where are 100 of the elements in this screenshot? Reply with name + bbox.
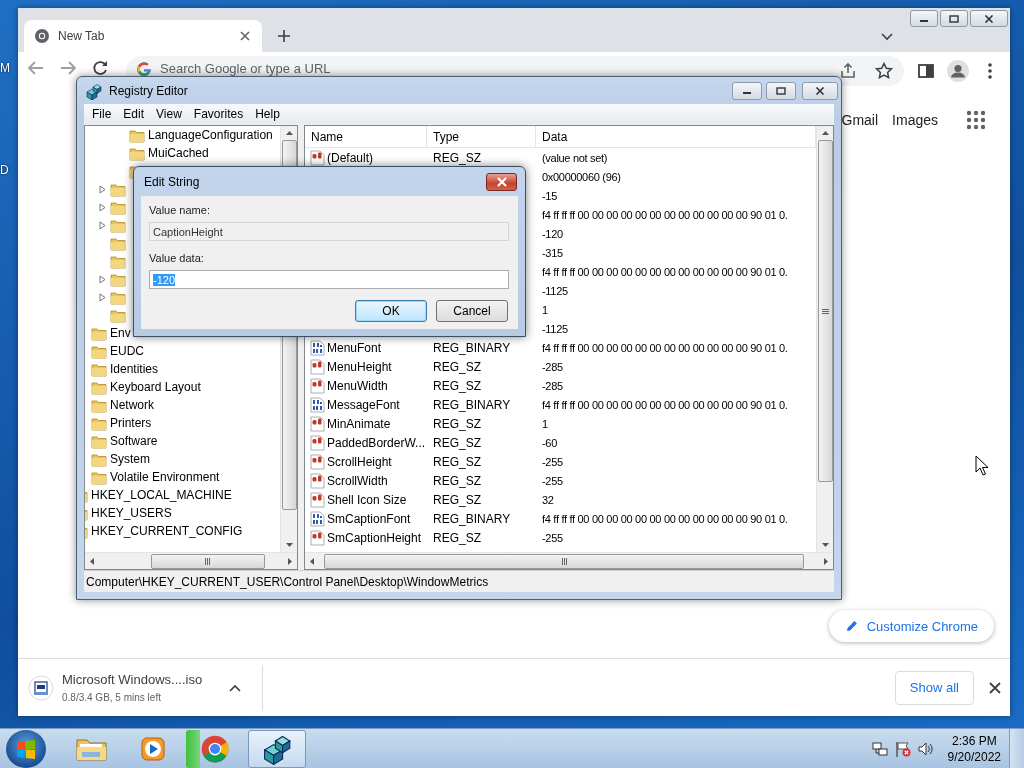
forward-icon[interactable] — [60, 60, 76, 76]
clock-date[interactable]: 9/20/2022 — [947, 748, 1001, 765]
table-cell[interactable]: MessageFont — [327, 397, 400, 412]
restore-button[interactable] — [940, 10, 968, 27]
network-icon[interactable] — [871, 740, 888, 757]
table-cell: REG_SZ — [433, 530, 481, 545]
column-header[interactable]: Name — [305, 126, 427, 147]
folder-icon — [129, 145, 145, 161]
scroll-down-icon[interactable] — [821, 543, 829, 547]
tree-item[interactable]: HKEY_CURRENT_CONFIG — [91, 524, 243, 538]
scrollbar[interactable] — [85, 552, 297, 569]
column-header[interactable]: Type — [427, 126, 536, 147]
table-cell[interactable]: ScrollWidth — [327, 473, 388, 488]
link[interactable]: Gmail — [841, 112, 879, 128]
table-cell[interactable]: MenuWidth — [327, 378, 388, 393]
close-button[interactable] — [802, 81, 838, 100]
table-cell: 1 — [542, 417, 548, 430]
table-cell[interactable]: MinAnimate — [327, 416, 391, 431]
table-cell: REG_SZ — [433, 378, 481, 393]
scrollbar[interactable] — [816, 126, 833, 552]
ok-button[interactable]: OK — [355, 300, 427, 322]
new-tab-icon[interactable] — [276, 28, 292, 44]
binary-value-icon — [310, 510, 325, 527]
volume-icon[interactable] — [917, 740, 934, 757]
table-cell: REG_SZ — [433, 473, 481, 488]
tree-item[interactable]: Keyboard Layout — [110, 380, 201, 394]
close-icon[interactable] — [238, 29, 252, 43]
scroll-up-icon[interactable] — [285, 131, 293, 135]
tab[interactable]: New Tab — [24, 20, 262, 52]
menu-item[interactable]: Help — [249, 107, 286, 121]
clock-time[interactable]: 2:36 PM — [947, 732, 1001, 749]
reload-icon[interactable] — [92, 60, 108, 76]
tree-item[interactable]: EUDC — [110, 344, 144, 358]
scrollbar-thumb[interactable] — [150, 553, 265, 569]
binary-value-icon — [310, 396, 325, 413]
back-icon[interactable] — [28, 60, 44, 76]
close-icon — [984, 14, 994, 23]
close-icon[interactable] — [988, 680, 1002, 695]
scroll-left-icon[interactable] — [90, 557, 94, 565]
tree-item[interactable]: LanguageConfiguration — [148, 128, 273, 142]
windows-logo-icon — [15, 737, 37, 760]
folder-icon — [110, 307, 126, 323]
table-cell[interactable]: MenuHeight — [327, 359, 392, 374]
string-value-icon — [310, 434, 325, 451]
apps-grid-icon[interactable] — [966, 110, 986, 130]
profile-icon[interactable] — [944, 57, 972, 85]
grip-icon — [561, 557, 567, 565]
tree-item[interactable]: MuiCached — [148, 146, 209, 160]
table-cell: REG_BINARY — [433, 397, 511, 412]
taskbar-button[interactable] — [248, 729, 306, 768]
table-cell[interactable]: (Default) — [327, 150, 373, 165]
menu-item[interactable]: File — [86, 107, 118, 121]
table-cell[interactable]: ScrollHeight — [327, 454, 392, 469]
scroll-up-icon[interactable] — [821, 131, 829, 135]
folder-icon — [91, 433, 107, 449]
show-all-button[interactable]: Show all — [894, 670, 974, 705]
string-value-icon — [310, 472, 325, 489]
minimize-button[interactable] — [910, 10, 938, 27]
table-cell: REG_SZ — [433, 492, 481, 507]
table-cell: -315 — [542, 246, 563, 259]
start-button[interactable] — [6, 729, 46, 768]
tree-item[interactable]: System — [110, 452, 150, 466]
tree-item[interactable]: Printers — [110, 416, 152, 430]
menu-item[interactable]: Edit — [117, 107, 151, 121]
tree-item[interactable]: Network — [110, 398, 154, 412]
close-button[interactable] — [970, 10, 1008, 27]
close-button[interactable] — [486, 172, 517, 191]
table-cell: (value not set) — [542, 151, 608, 164]
table-cell[interactable]: PaddedBorderW... — [327, 435, 426, 450]
string-value-icon — [310, 358, 325, 375]
scroll-left-icon[interactable] — [310, 557, 314, 565]
cancel-button[interactable]: Cancel — [436, 300, 508, 322]
menu-item[interactable]: View — [150, 107, 188, 121]
restore-button[interactable] — [766, 81, 796, 100]
scroll-right-icon[interactable] — [288, 557, 292, 565]
customize-button[interactable]: Customize Chrome — [828, 610, 994, 642]
tree-item[interactable]: HKEY_USERS — [91, 506, 172, 520]
scroll-down-icon[interactable] — [285, 543, 293, 547]
scroll-right-icon[interactable] — [824, 557, 828, 565]
menu-item[interactable]: Favorites — [187, 107, 250, 121]
tree-item[interactable]: Identities — [110, 362, 159, 376]
caret-icon[interactable] — [228, 682, 242, 693]
share-icon[interactable] — [838, 61, 858, 81]
tree-item[interactable]: Volatile Environment — [110, 470, 220, 484]
table-cell[interactable]: SmCaptionHeight — [327, 530, 422, 545]
link[interactable]: Images — [892, 112, 938, 128]
caret-icon[interactable] — [880, 32, 894, 42]
scrollbar-thumb[interactable] — [817, 140, 833, 483]
table-cell: 0x00000060 (96) — [542, 170, 621, 183]
star-icon[interactable] — [874, 61, 894, 81]
table-cell[interactable]: SmCaptionFont — [327, 511, 411, 526]
minimize-button[interactable] — [732, 81, 762, 100]
table-cell: REG_BINARY — [433, 511, 511, 526]
table-cell[interactable]: MenuFont — [327, 340, 382, 355]
tree-item[interactable]: HKEY_LOCAL_MACHINE — [91, 488, 232, 502]
action-center-icon[interactable] — [894, 740, 911, 757]
table-cell[interactable]: Shell Icon Size — [327, 492, 407, 507]
string-value-icon — [310, 453, 325, 470]
tree-item[interactable]: Env — [110, 326, 131, 340]
tree-item[interactable]: Software — [110, 434, 158, 448]
